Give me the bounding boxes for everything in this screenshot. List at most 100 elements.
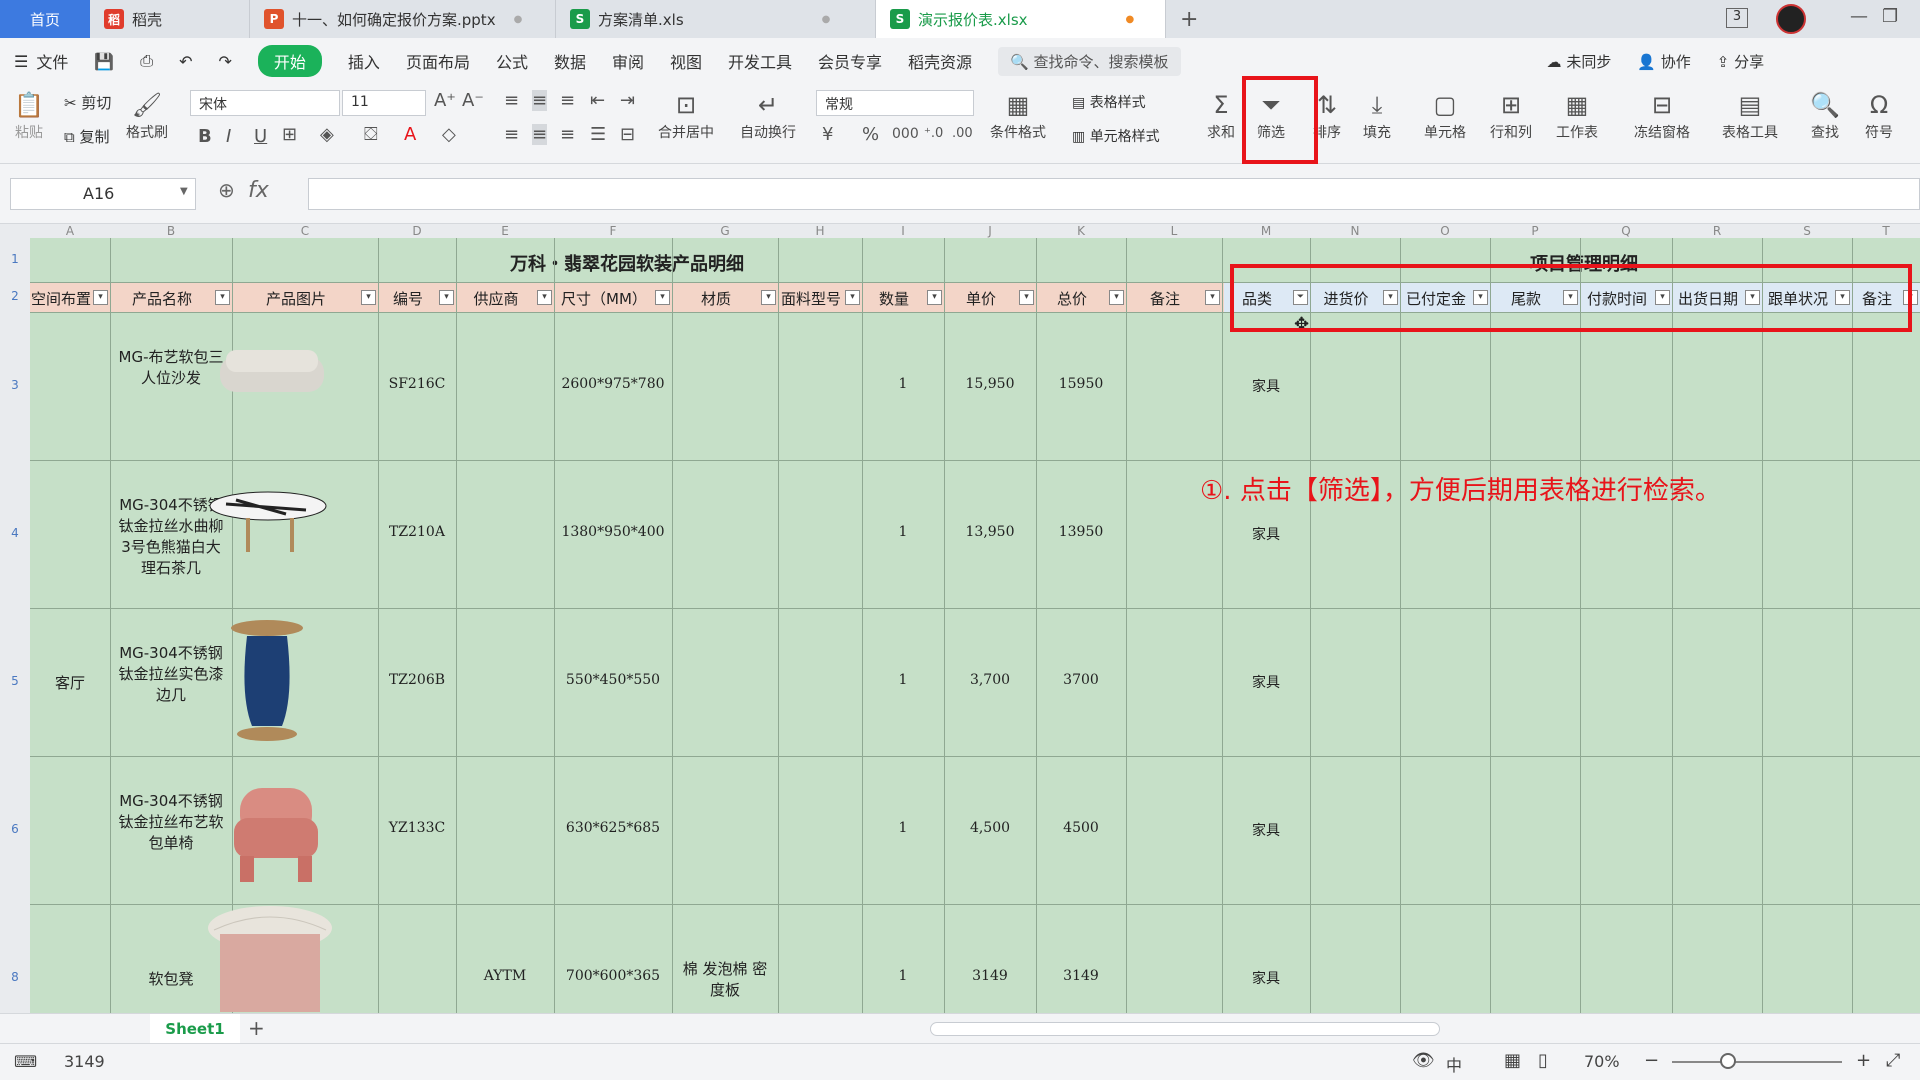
collab-button[interactable]: 👤 协作	[1637, 51, 1690, 72]
bucket-icon[interactable]: ⛋	[364, 124, 378, 145]
thousands-icon[interactable]: 000	[892, 126, 919, 142]
cell-cat[interactable]: 家具	[1226, 968, 1306, 988]
new-tab-button[interactable]: +	[1166, 0, 1212, 38]
freeze-button[interactable]: ⊟ 冻结窗格	[1634, 88, 1690, 142]
cell-total[interactable]: 3149	[1040, 968, 1122, 984]
column-header[interactable]: Q	[1580, 224, 1672, 238]
cell-qty[interactable]: 1	[866, 376, 940, 392]
cell-material[interactable]: 棉 发泡棉 密度板	[676, 958, 774, 1000]
copy-button[interactable]: ⧉ 复制	[64, 126, 110, 147]
align-middle-icon[interactable]: ≡	[532, 90, 548, 111]
cell-price[interactable]: 4,500	[948, 820, 1032, 836]
menu-insert[interactable]: 插入	[348, 49, 380, 73]
column-header[interactable]: F	[554, 224, 672, 238]
menu-review[interactable]: 审阅	[612, 49, 644, 73]
sync-status[interactable]: ☁ 未同步	[1547, 51, 1612, 72]
indent-icon[interactable]: ⇥	[620, 90, 635, 111]
bold-icon[interactable]: B	[198, 126, 212, 147]
restore-icon[interactable]: ❐	[1882, 6, 1898, 27]
align-top-icon[interactable]: ≡	[504, 90, 519, 111]
redo-icon[interactable]: ↷	[219, 52, 232, 71]
fullscreen-icon[interactable]: ⤢	[1886, 1050, 1900, 1071]
filter-dropdown-icon[interactable]: ▾	[927, 290, 942, 305]
cell-size[interactable]: 2600*975*780	[558, 376, 668, 392]
eye-icon[interactable]: 👁	[1412, 1050, 1435, 1071]
column-header[interactable]: H	[778, 224, 862, 238]
column-header[interactable]: E	[456, 224, 554, 238]
filter-dropdown-icon[interactable]: ▾	[1019, 290, 1034, 305]
justify-icon[interactable]: ☰	[590, 124, 606, 145]
cell-code[interactable]: TZ210A	[382, 524, 452, 540]
cell-qty[interactable]: 1	[866, 820, 940, 836]
column-header[interactable]: R	[1672, 224, 1762, 238]
conditional-format-button[interactable]: ▦ 条件格式	[990, 88, 1046, 142]
cell-style-button[interactable]: ▥ 单元格样式	[1072, 126, 1160, 146]
hamburger-icon[interactable]: ☰	[14, 52, 28, 71]
minimize-icon[interactable]: —	[1850, 6, 1868, 27]
row-header[interactable]: 1	[0, 252, 30, 266]
cell-total[interactable]: 15950	[1040, 376, 1122, 392]
column-header[interactable]: J	[944, 224, 1036, 238]
zoom-in-icon[interactable]: +	[1856, 1050, 1871, 1071]
page-view-icon[interactable]: ▯	[1538, 1050, 1548, 1071]
menu-data[interactable]: 数据	[554, 49, 586, 73]
command-search[interactable]: 🔍 查找命令、搜索模板	[998, 46, 1181, 76]
row-header[interactable]: 5	[0, 674, 30, 688]
menu-formula[interactable]: 公式	[496, 49, 528, 73]
tab-pptx[interactable]: P 十一、如何确定报价方案.pptx ●	[250, 0, 556, 38]
product-image[interactable]	[222, 616, 312, 750]
wrap-text-button[interactable]: ↵ 自动换行	[740, 88, 796, 142]
undo-icon[interactable]: ↶	[179, 52, 192, 71]
zoom-out-icon[interactable]: −	[1644, 1050, 1659, 1071]
format-painter-button[interactable]: 🖌 格式刷	[126, 88, 168, 142]
filter-dropdown-icon[interactable]: ▾	[761, 290, 776, 305]
save-icon[interactable]: 💾	[94, 52, 114, 71]
row-header[interactable]: 6	[0, 822, 30, 836]
macro-icon[interactable]: ⌨	[14, 1052, 37, 1071]
cell-supplier[interactable]: AYTM	[460, 968, 550, 984]
rowcol-button[interactable]: ⊞ 行和列	[1490, 88, 1532, 142]
print-icon[interactable]: ⎙	[140, 51, 153, 71]
cell-name[interactable]: MG-304不锈钢钛金拉丝实色漆边几	[114, 642, 228, 705]
align-left-icon[interactable]: ≡	[504, 124, 519, 145]
grow-font-icon[interactable]: A⁺	[434, 90, 456, 111]
table-style-button[interactable]: ▤ 表格样式	[1072, 92, 1146, 112]
cell-code[interactable]: TZ206B	[382, 672, 452, 688]
table-tools-button[interactable]: ▤ 表格工具	[1722, 88, 1778, 142]
cell-price[interactable]: 3149	[948, 968, 1032, 984]
column-header[interactable]: D	[378, 224, 456, 238]
tab-docer[interactable]: 稻 稻壳	[90, 0, 250, 38]
row-header[interactable]: 8	[0, 970, 30, 984]
italic-icon[interactable]: I	[226, 126, 231, 147]
input-method-icon[interactable]: 中	[1446, 1052, 1462, 1076]
cell-total[interactable]: 13950	[1040, 524, 1122, 540]
column-header[interactable]: G	[672, 224, 778, 238]
symbol-button[interactable]: Ω 符号	[1862, 88, 1896, 142]
column-header[interactable]: A	[30, 224, 110, 238]
column-header[interactable]: L	[1126, 224, 1222, 238]
column-header[interactable]: M	[1222, 224, 1310, 238]
menu-dev-tools[interactable]: 开发工具	[728, 49, 792, 73]
zoom-slider-thumb[interactable]	[1720, 1053, 1736, 1069]
currency-icon[interactable]: ¥	[822, 124, 833, 145]
cell-cat[interactable]: 家具	[1226, 376, 1306, 396]
sum-button[interactable]: Σ 求和	[1204, 88, 1238, 142]
tab-xls[interactable]: S 方案清单.xls ●	[556, 0, 876, 38]
product-image[interactable]	[206, 488, 330, 562]
cell-button[interactable]: ▢ 单元格	[1424, 88, 1466, 142]
cell-code[interactable]: SF216C	[382, 376, 452, 392]
filter-dropdown-icon[interactable]: ▾	[93, 290, 108, 305]
cell-name[interactable]: MG-布艺软包三人位沙发	[114, 346, 228, 388]
cell-size[interactable]: 1380*950*400	[558, 524, 668, 540]
column-header[interactable]: P	[1490, 224, 1580, 238]
cell-price[interactable]: 13,950	[948, 524, 1032, 540]
filter-dropdown-icon[interactable]: ▾	[655, 290, 670, 305]
column-header[interactable]: C	[232, 224, 378, 238]
cut-button[interactable]: ✂ 剪切	[64, 92, 111, 113]
cell-size[interactable]: 630*625*685	[558, 820, 668, 836]
name-box[interactable]: A16	[10, 178, 196, 210]
filter-dropdown-icon[interactable]: ▾	[845, 290, 860, 305]
zoom-level[interactable]: 70%	[1584, 1052, 1620, 1071]
menu-member[interactable]: 会员专享	[818, 49, 882, 73]
cell-cat[interactable]: 家具	[1226, 672, 1306, 692]
